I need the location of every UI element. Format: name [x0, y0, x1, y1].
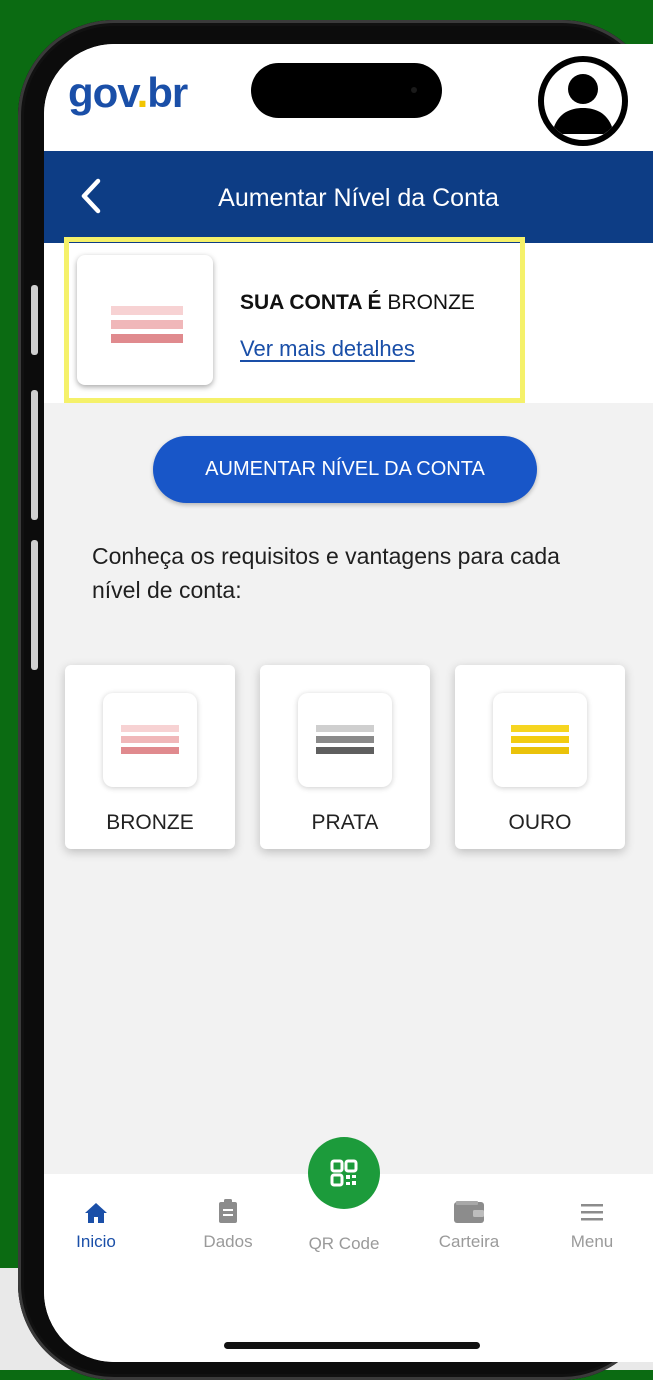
- level-card-prata[interactable]: PRATA: [260, 665, 430, 849]
- bar: [121, 747, 179, 754]
- qr-code-button[interactable]: [308, 1137, 380, 1209]
- qr-code-icon: [330, 1159, 358, 1187]
- bar: [511, 736, 569, 743]
- bar: [316, 747, 374, 754]
- prata-level-icon: [298, 693, 392, 787]
- home-icon: [85, 1203, 107, 1223]
- status-bar: gov.br: [44, 44, 653, 151]
- bar: [316, 736, 374, 743]
- bronze-level-icon: [103, 693, 197, 787]
- bar: [316, 725, 374, 732]
- upgrade-account-button[interactable]: AUMENTAR NÍVEL DA CONTA: [153, 436, 537, 503]
- bar: [121, 725, 179, 732]
- top-navigation-bar: Aumentar Nível da Conta: [44, 151, 653, 243]
- logo-text-br: br: [147, 69, 188, 116]
- menu-icon: [581, 1204, 603, 1221]
- bar: [511, 747, 569, 754]
- logo-text-gov: gov: [68, 69, 138, 116]
- tab-label: Menu: [570, 1232, 614, 1251]
- tab-label: QR Code: [308, 1234, 380, 1253]
- bar: [121, 736, 179, 743]
- info-text: Conheça os requisitos e vantagens para c…: [92, 543, 560, 603]
- tab-label: Carteira: [438, 1232, 500, 1251]
- camera-dot: [411, 87, 417, 93]
- app-screen: gov.br Aumentar Nível da Conta SUA CONTA…: [44, 44, 653, 1362]
- level-label-prata: PRATA: [311, 811, 379, 834]
- home-indicator: [224, 1342, 480, 1349]
- govbr-logo: gov.br: [68, 69, 188, 116]
- side-button-mute: [31, 285, 38, 355]
- tab-label: Inicio: [76, 1232, 116, 1251]
- level-label-bronze: BRONZE: [106, 811, 194, 834]
- level-label-ouro: OURO: [508, 811, 572, 834]
- user-avatar-icon: [552, 74, 614, 134]
- avatar[interactable]: [538, 56, 628, 146]
- dynamic-island: [251, 63, 442, 118]
- page-title: Aumentar Nível da Conta: [218, 184, 499, 212]
- wallet-icon: [454, 1201, 484, 1223]
- clipboard-icon: [219, 1199, 237, 1223]
- logo-text-dot: .: [136, 69, 149, 116]
- side-button-volume-down: [31, 540, 38, 670]
- level-card-ouro[interactable]: OURO: [455, 665, 625, 849]
- ouro-level-icon: [493, 693, 587, 787]
- level-card-bronze[interactable]: BRONZE: [65, 665, 235, 849]
- highlight-box: [64, 237, 525, 403]
- side-button-volume-up: [31, 390, 38, 520]
- tab-label: Dados: [203, 1232, 253, 1251]
- bar: [511, 725, 569, 732]
